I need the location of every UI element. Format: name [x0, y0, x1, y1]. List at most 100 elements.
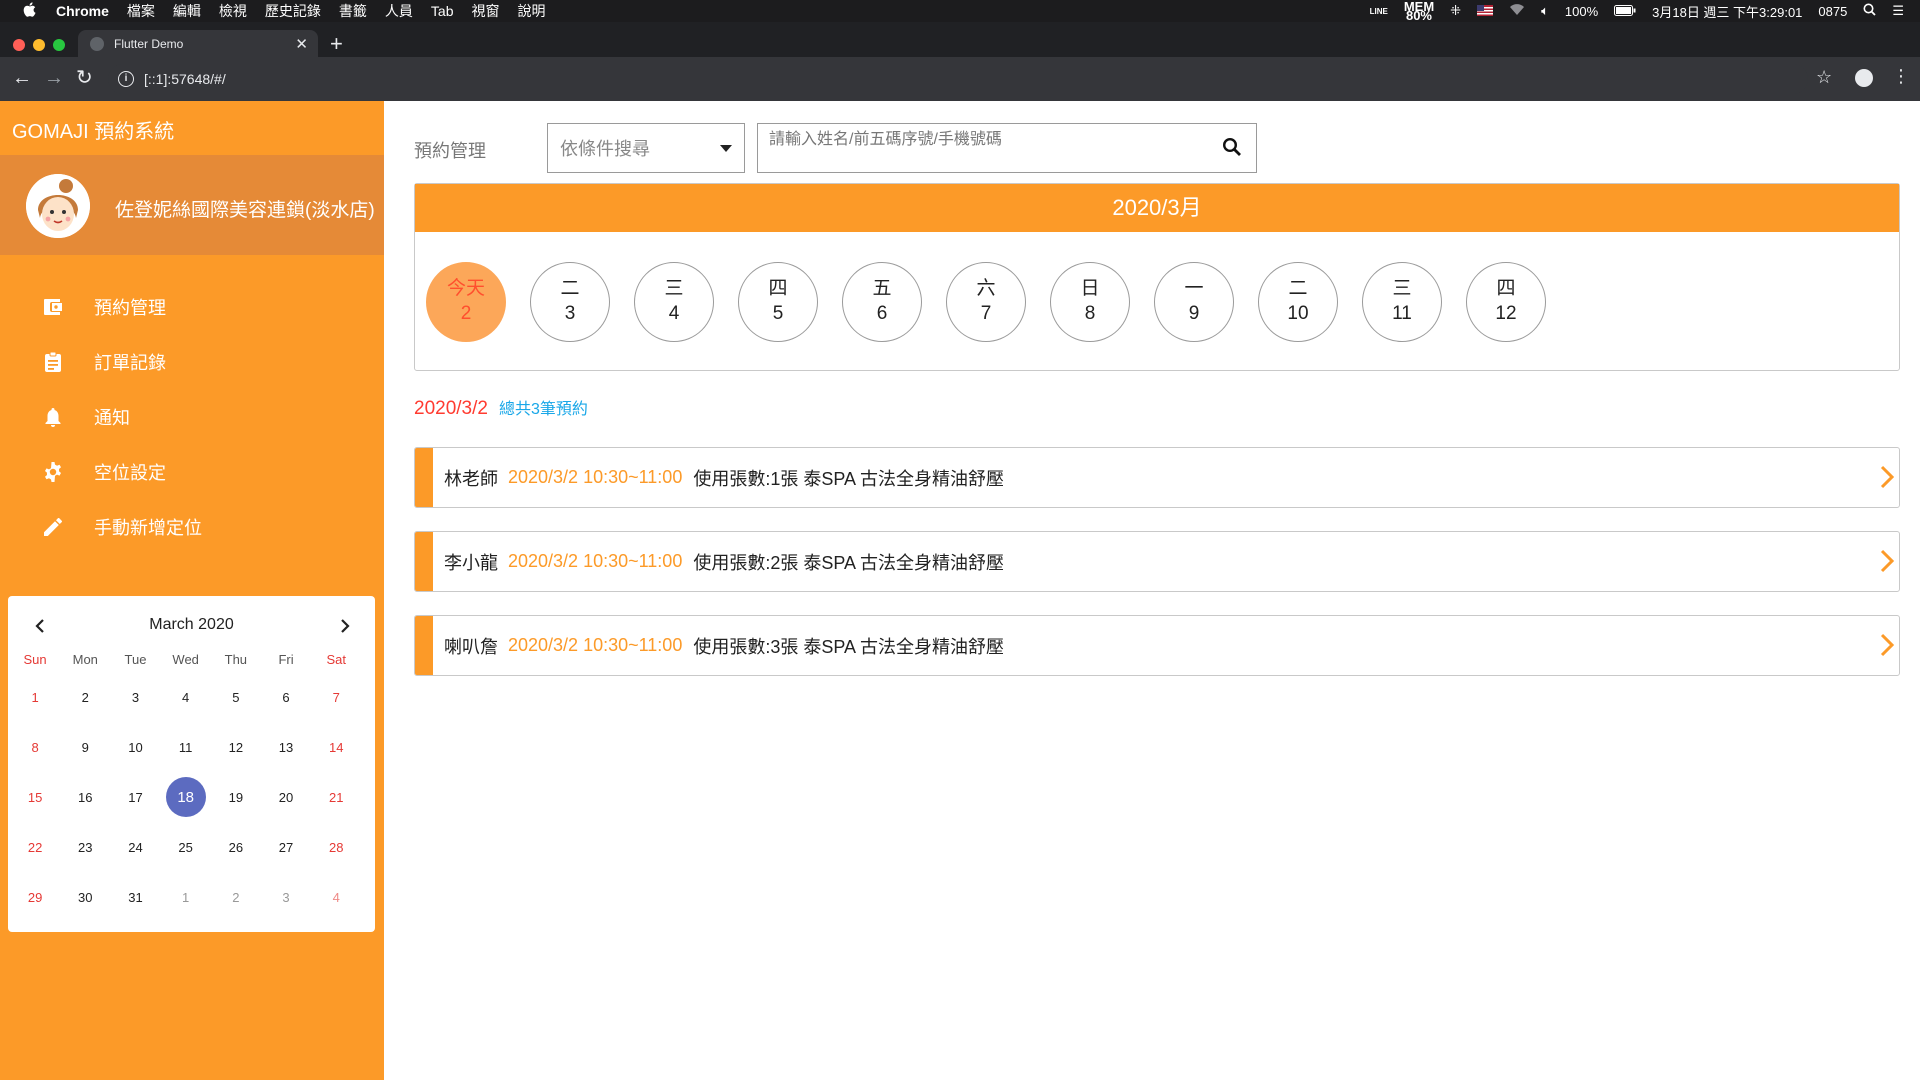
calendar-day[interactable]: 8: [10, 722, 60, 772]
notification-center-icon[interactable]: ☰: [1892, 3, 1904, 19]
browser-tab[interactable]: Flutter Demo ✕: [78, 30, 318, 57]
menubar-item-window[interactable]: 視窗: [471, 1, 499, 21]
calendar-day[interactable]: 11: [161, 722, 211, 772]
calendar-day[interactable]: 2: [211, 872, 261, 922]
calendar-day[interactable]: 13: [261, 722, 311, 772]
app-title: GOMAJI 預約系統: [12, 121, 175, 143]
menubar-item-help[interactable]: 說明: [517, 1, 545, 21]
day-chip[interactable]: 三4: [634, 262, 714, 342]
appointment-row[interactable]: 林老師 2020/3/2 10:30~11:00 使用張數:1張 泰SPA 古法全身…: [414, 447, 1900, 508]
day-chip[interactable]: 四 12: [1466, 262, 1546, 342]
chevron-right-icon[interactable]: [1879, 548, 1895, 579]
next-month-button[interactable]: [330, 611, 360, 641]
menubar-extra[interactable]: 0875: [1818, 4, 1847, 19]
calendar-day[interactable]: 26: [211, 822, 261, 872]
calendar-day[interactable]: 21: [311, 772, 361, 822]
calendar-day[interactable]: 17: [110, 772, 160, 822]
day-chip[interactable]: 四5: [738, 262, 818, 342]
menubar-item-edit[interactable]: 編輯: [173, 1, 201, 21]
calendar-day[interactable]: 16: [60, 772, 110, 822]
wifi-icon[interactable]: [1509, 3, 1525, 19]
close-window-button[interactable]: [13, 39, 25, 51]
calendar-day[interactable]: 3: [261, 872, 311, 922]
close-tab-icon[interactable]: ✕: [295, 35, 308, 53]
menubar-item-bookmarks[interactable]: 書籤: [339, 1, 367, 21]
sidebar-item-notifications[interactable]: 通知: [0, 389, 384, 444]
calendar-day[interactable]: 27: [261, 822, 311, 872]
appointment-row[interactable]: 喇叭詹 2020/3/2 10:30~11:00 使用張數:3張 泰SPA 古法全身…: [414, 615, 1900, 676]
day-chip[interactable]: 一9: [1154, 262, 1234, 342]
day-chip[interactable]: 三 11: [1362, 262, 1442, 342]
clock[interactable]: 3月18日 週三 下午3:29:01: [1652, 2, 1802, 21]
spotlight-icon[interactable]: [1863, 3, 1876, 19]
volume-icon[interactable]: 🔈︎: [1541, 3, 1549, 19]
forward-icon[interactable]: →: [44, 67, 64, 89]
calendar-day[interactable]: 9: [60, 722, 110, 772]
sidebar-item-manual-booking[interactable]: 手動新增定位: [0, 499, 384, 554]
calendar-day[interactable]: 1: [10, 672, 60, 722]
calendar-day[interactable]: 30: [60, 872, 110, 922]
flag-icon[interactable]: [1477, 4, 1494, 19]
address-bar[interactable]: i [::1]:57648/#/: [108, 64, 1808, 94]
zoom-window-button[interactable]: [53, 39, 65, 51]
menubar-item-view[interactable]: 檢視: [219, 1, 247, 21]
day-chip[interactable]: 六7: [946, 262, 1026, 342]
day-chip[interactable]: 二 10: [1258, 262, 1338, 342]
search-filter-dropdown[interactable]: 依條件搜尋: [547, 123, 745, 173]
calendar-day-selected[interactable]: 18: [161, 772, 211, 822]
search-input[interactable]: [758, 124, 1198, 170]
sidebar-item-orders[interactable]: 訂單記錄: [0, 334, 384, 389]
calendar-day[interactable]: 10: [110, 722, 160, 772]
menubar-item-tab[interactable]: Tab: [431, 3, 454, 19]
site-info-icon[interactable]: i: [118, 71, 134, 87]
day-chip[interactable]: 二3: [530, 262, 610, 342]
appointment-row[interactable]: 李小龍 2020/3/2 10:30~11:00 使用張數:2張 泰SPA 古法全身…: [414, 531, 1900, 592]
calendar-day[interactable]: 14: [311, 722, 361, 772]
calendar-day[interactable]: 1: [161, 872, 211, 922]
chrome-menu-icon[interactable]: ⋮: [1892, 66, 1910, 87]
calendar-day[interactable]: 29: [10, 872, 60, 922]
calendar-day[interactable]: 31: [110, 872, 160, 922]
calendar-day[interactable]: 15: [10, 772, 60, 822]
calendar-day[interactable]: 28: [311, 822, 361, 872]
day-chip[interactable]: 五6: [842, 262, 922, 342]
line-icon[interactable]: LINE: [1370, 7, 1388, 16]
sidebar-item-slot-settings[interactable]: 空位設定: [0, 444, 384, 499]
menubar-item-people[interactable]: 人員: [385, 1, 413, 21]
battery-icon[interactable]: [1614, 4, 1636, 19]
calendar-day[interactable]: 19: [211, 772, 261, 822]
search-icon[interactable]: [1222, 137, 1242, 162]
chevron-right-icon[interactable]: [1879, 464, 1895, 495]
profile-avatar-icon[interactable]: [1855, 69, 1873, 87]
calendar-day[interactable]: 25: [161, 822, 211, 872]
calendar-day[interactable]: 7: [311, 672, 361, 722]
calendar-day[interactable]: 24: [110, 822, 160, 872]
menubar-item-file[interactable]: 檔案: [127, 1, 155, 21]
wallet-icon: [38, 298, 68, 316]
reload-icon[interactable]: ↻: [76, 67, 93, 89]
menubar-app-name[interactable]: Chrome: [56, 3, 109, 19]
day-chip-today[interactable]: 今天 2: [426, 262, 506, 342]
menubar-item-history[interactable]: 歷史記錄: [265, 1, 321, 21]
calendar-day[interactable]: 6: [261, 672, 311, 722]
sidebar-item-reservations[interactable]: 預約管理: [0, 279, 384, 334]
calendar-day[interactable]: 2: [60, 672, 110, 722]
bookmark-star-icon[interactable]: ☆: [1816, 67, 1832, 88]
network-icon[interactable]: ⁜: [1450, 3, 1461, 19]
calendar-day[interactable]: 5: [211, 672, 261, 722]
new-tab-button[interactable]: +: [330, 33, 343, 55]
calendar-day[interactable]: 12: [211, 722, 261, 772]
chevron-right-icon[interactable]: [1879, 632, 1895, 663]
back-icon[interactable]: ←: [12, 67, 32, 89]
apple-icon[interactable]: [20, 2, 38, 20]
calendar-day[interactable]: 23: [60, 822, 110, 872]
calendar-day[interactable]: 4: [311, 872, 361, 922]
calendar-day[interactable]: 20: [261, 772, 311, 822]
calendar-day[interactable]: 4: [161, 672, 211, 722]
minimize-window-button[interactable]: [33, 39, 45, 51]
day-chip[interactable]: 日8: [1050, 262, 1130, 342]
memory-indicator[interactable]: MEM 80%: [1404, 0, 1434, 22]
calendar-day[interactable]: 3: [110, 672, 160, 722]
calendar-day[interactable]: 22: [10, 822, 60, 872]
appointment-count: 總共3筆預約: [498, 401, 588, 418]
